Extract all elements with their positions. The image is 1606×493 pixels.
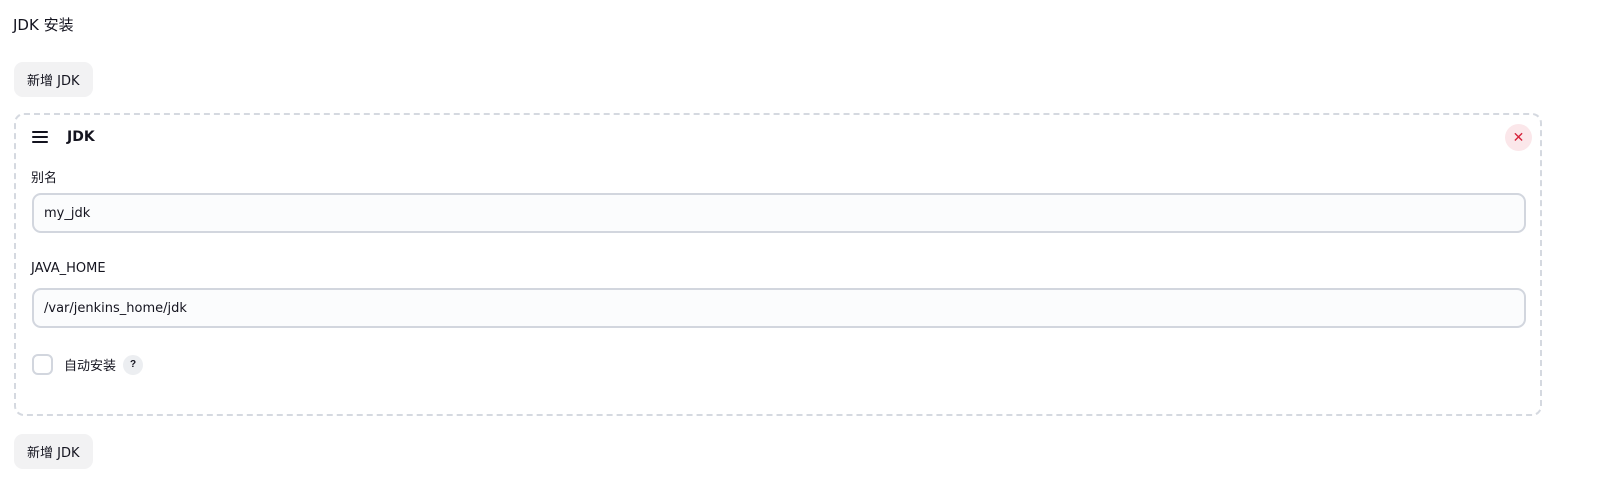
java-home-input[interactable]	[32, 288, 1526, 328]
auto-install-row: 自动安装 ?	[32, 354, 144, 375]
auto-install-label[interactable]: 自动安装	[64, 355, 116, 374]
section-title: JDK 安装	[13, 16, 74, 34]
alias-label: 别名	[31, 171, 58, 186]
card-header: JDK	[32, 129, 95, 145]
auto-install-checkbox[interactable]	[32, 354, 53, 375]
java-home-label: JAVA_HOME	[31, 261, 106, 276]
help-icon[interactable]: ?	[123, 354, 144, 375]
delete-jdk-button[interactable]: ✕	[1505, 124, 1532, 151]
alias-input[interactable]	[32, 193, 1526, 233]
jdk-card: JDK ✕ 别名 JAVA_HOME 自动安装 ?	[14, 113, 1542, 416]
jdk-installation-page: JDK 安装 新增 JDK JDK ✕ 别名 JAVA_HOME 自动安装 ? …	[0, 0, 1606, 493]
add-jdk-button-top[interactable]: 新增 JDK	[14, 62, 93, 97]
card-title: JDK	[67, 129, 95, 145]
add-jdk-button-bottom[interactable]: 新增 JDK	[14, 434, 93, 469]
close-icon: ✕	[1512, 129, 1525, 145]
drag-handle-icon[interactable]	[32, 131, 48, 143]
